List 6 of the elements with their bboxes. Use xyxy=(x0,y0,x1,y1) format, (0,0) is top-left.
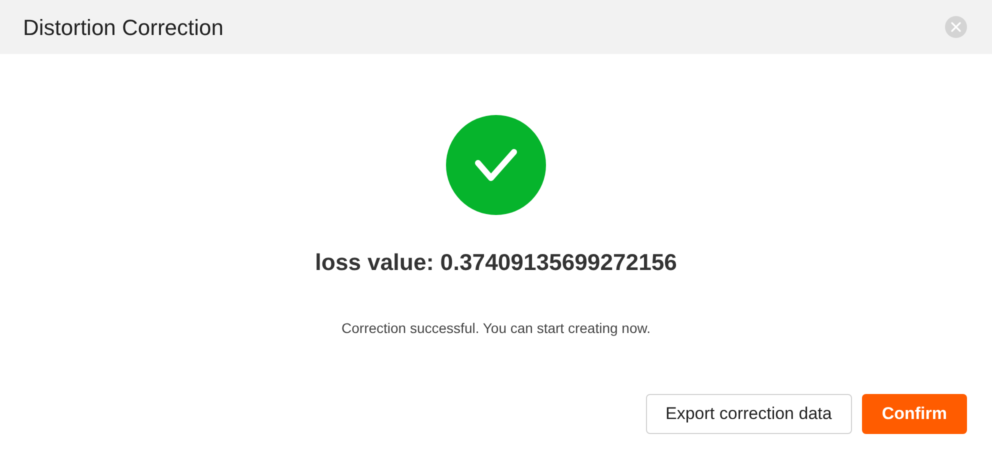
export-button[interactable]: Export correction data xyxy=(646,394,852,434)
status-message: Correction successful. You can start creating now. xyxy=(342,318,650,338)
close-button[interactable] xyxy=(945,16,967,38)
dialog-title: Distortion Correction xyxy=(23,14,224,42)
close-icon xyxy=(951,22,961,32)
loss-value: loss value: 0.37409135699272156 xyxy=(315,248,677,277)
